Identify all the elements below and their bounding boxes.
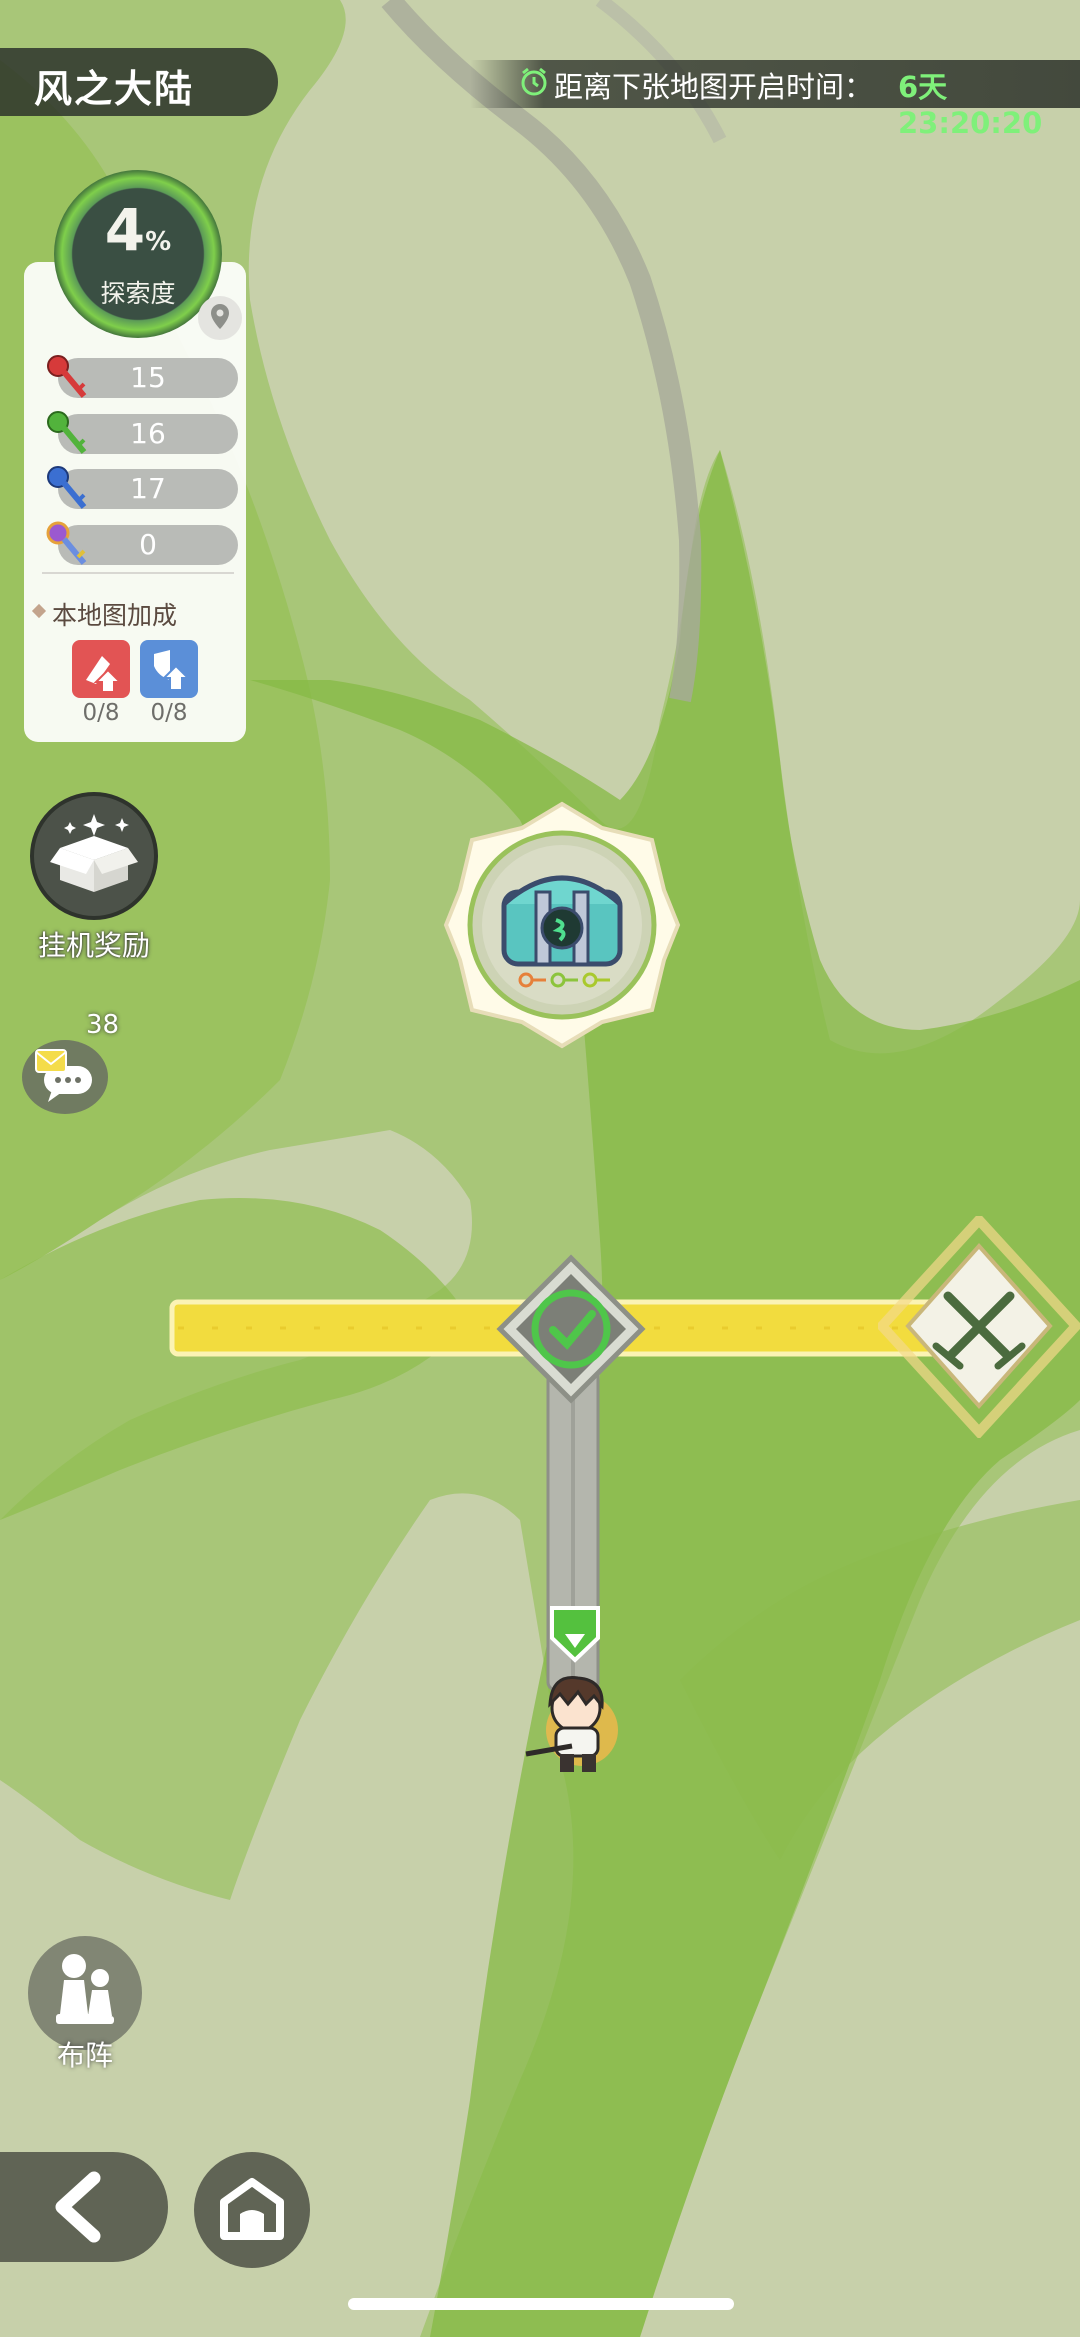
alarm-clock-icon <box>521 67 547 96</box>
chat-bubble-icon <box>35 1049 92 1102</box>
chat-unread-count: 38 <box>86 1010 120 1040</box>
home-button[interactable] <box>194 2152 310 2268</box>
defense-bonus-count: 0/8 <box>150 700 188 726</box>
red-key-icon <box>47 355 87 398</box>
panel-divider <box>42 572 234 574</box>
chess-pawn-icon <box>56 1954 114 2024</box>
defense-up-icon[interactable] <box>140 640 198 698</box>
green-key-icon <box>47 411 87 454</box>
battle-node[interactable] <box>875 1212 1080 1440</box>
home-icon <box>220 2178 284 2240</box>
timer-value: 6天23:20:20 <box>898 70 1043 140</box>
location-arrow-icon <box>550 1606 600 1663</box>
map-title: 风之大陆 <box>34 67 195 111</box>
blue-key-row: 17 <box>42 466 238 509</box>
exploration-percent: 4% <box>104 196 172 264</box>
back-button[interactable] <box>0 2152 168 2262</box>
idle-reward-label: 挂机奖励 <box>37 929 150 962</box>
rainbow-key-row: 0 <box>42 521 238 565</box>
player-character[interactable] <box>520 1604 630 1784</box>
formation-button[interactable] <box>28 1936 142 2050</box>
chat-button[interactable] <box>22 1040 108 1114</box>
rainbow-key-icon <box>46 521 87 565</box>
treasure-chest-node[interactable] <box>442 800 682 1050</box>
blue-key-icon <box>47 466 87 509</box>
exploration-label: 探索度 <box>100 279 176 308</box>
completed-node[interactable] <box>496 1254 646 1404</box>
attack-bonus-count: 0/8 <box>82 700 120 726</box>
attack-up-icon[interactable] <box>72 640 130 698</box>
map-pin-icon <box>211 304 229 329</box>
gift-box-icon <box>50 814 138 892</box>
red-key-row: 15 <box>42 355 238 398</box>
green-key-row: 16 <box>42 411 238 454</box>
map-bonus-title: 本地图加成 <box>52 601 178 630</box>
idle-reward-button[interactable] <box>30 792 158 920</box>
chevron-left-icon <box>55 2171 101 2243</box>
formation-label: 布阵 <box>56 2039 113 2072</box>
location-button[interactable] <box>198 296 242 340</box>
home-indicator-bar[interactable] <box>348 2298 734 2310</box>
timer-label: 距离下张地图开启时间： <box>554 70 874 104</box>
